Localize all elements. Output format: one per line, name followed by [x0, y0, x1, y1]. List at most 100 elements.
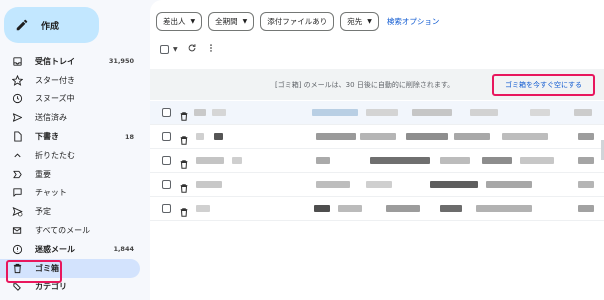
sidebar-item-all-mail[interactable]: すべてのメール — [0, 221, 140, 240]
sidebar-item-label: カテゴリ — [35, 282, 67, 292]
more-options-icon[interactable] — [206, 43, 216, 56]
redacted-subject — [370, 157, 430, 164]
filter-any-time-label: 全期間 — [215, 17, 238, 26]
filter-from-label: 差出人 — [163, 17, 186, 26]
table-row[interactable] — [150, 125, 604, 149]
row-checkbox[interactable] — [162, 180, 171, 189]
trash-icon — [179, 131, 189, 150]
sidebar-item-trash[interactable]: ゴミ箱 — [0, 258, 140, 278]
send-icon — [11, 112, 23, 124]
trash-icon — [11, 262, 23, 274]
sidebar-item-inbox[interactable]: 受信トレイ 31,950 — [0, 52, 140, 71]
sidebar-item-label: スター付き — [35, 75, 75, 85]
compose-button[interactable]: 作成 — [4, 7, 99, 43]
sidebar-item-sent[interactable]: 送信済み — [0, 108, 140, 127]
redacted-sender — [212, 109, 226, 116]
filter-has-attachment-chip[interactable]: 添付ファイルあり — [260, 12, 335, 31]
sidebar-item-label: スヌーズ中 — [35, 94, 75, 104]
trash-icon — [179, 107, 189, 126]
important-icon — [11, 168, 23, 180]
redacted-sender — [232, 157, 242, 164]
sidebar-item-label: ゴミ箱 — [35, 263, 59, 273]
table-row[interactable] — [150, 149, 604, 173]
clock-icon — [11, 93, 23, 105]
redacted-snippet — [520, 157, 554, 164]
trash-icon — [179, 155, 189, 174]
empty-trash-now-button[interactable]: ゴミ箱を今すぐ空にする — [492, 74, 595, 96]
redacted-sender — [196, 133, 204, 140]
redacted-subject — [366, 181, 392, 188]
table-row[interactable] — [150, 173, 604, 197]
filter-any-time-chip[interactable]: 全期間 ▼ — [208, 12, 255, 31]
row-checkbox[interactable] — [162, 156, 171, 165]
table-row[interactable] — [150, 101, 604, 125]
redacted-date — [578, 133, 594, 140]
sidebar-item-label: 折りたたむ — [35, 150, 75, 160]
refresh-icon[interactable] — [187, 43, 197, 56]
redacted-sender — [196, 205, 210, 212]
filter-has-attachment-label: 添付ファイルあり — [267, 17, 328, 26]
redacted-subject — [366, 109, 398, 116]
filter-to-label: 宛先 — [347, 17, 363, 26]
redacted-subject — [316, 133, 356, 140]
advanced-search-link[interactable]: 検索オプション — [387, 16, 440, 27]
sidebar-item-important[interactable]: 重要 — [0, 165, 140, 184]
filter-to-chip[interactable]: 宛先 ▼ — [340, 12, 379, 31]
draft-count: 18 — [124, 132, 134, 141]
sidebar-item-starred[interactable]: スター付き — [0, 71, 140, 90]
pencil-icon — [14, 17, 30, 33]
redacted-snippet — [502, 133, 548, 140]
redacted-subject — [316, 181, 350, 188]
redacted-date — [574, 109, 592, 116]
table-row[interactable] — [150, 197, 604, 221]
sidebar-item-label: 重要 — [35, 169, 51, 179]
sidebar-item-label: 受信トレイ — [35, 56, 75, 66]
star-icon — [11, 74, 23, 86]
redacted-subject — [386, 205, 420, 212]
all-mail-icon — [11, 225, 23, 237]
list-toolbar: ▼ — [160, 43, 216, 56]
scheduled-icon — [11, 206, 23, 218]
redacted-subject — [312, 109, 358, 116]
row-checkbox[interactable] — [162, 108, 171, 117]
redacted-sender — [196, 157, 224, 164]
redacted-date — [578, 181, 594, 188]
select-all-checkbox[interactable] — [160, 45, 169, 54]
filter-from-chip[interactable]: 差出人 ▼ — [156, 12, 203, 31]
row-checkbox[interactable] — [162, 204, 171, 213]
compose-label: 作成 — [41, 21, 60, 32]
draft-icon — [11, 131, 23, 143]
spam-count: 1,844 — [113, 245, 134, 254]
chevron-up-icon — [11, 149, 23, 161]
select-menu-caret-icon[interactable]: ▼ — [173, 46, 178, 53]
sidebar-item-spam[interactable]: 迷惑メール 1,844 — [0, 240, 140, 259]
sidebar-item-label: 送信済み — [35, 113, 67, 123]
redacted-sender — [214, 133, 223, 140]
sidebar-item-label: 下書き — [35, 132, 59, 142]
redacted-subject — [338, 205, 362, 212]
redacted-subject — [360, 133, 396, 140]
sidebar-item-collapse[interactable]: 折りたたむ — [0, 146, 140, 165]
sidebar-item-drafts[interactable]: 下書き 18 — [0, 127, 140, 146]
caret-down-icon: ▼ — [242, 18, 248, 25]
redacted-subject — [470, 109, 498, 116]
sidebar-item-categories[interactable]: カテゴリ — [0, 278, 140, 297]
sidebar: 作成 受信トレイ 31,950 スター付き スヌーズ中 送信済み 下書き 18 … — [0, 0, 148, 300]
redacted-subject — [412, 109, 452, 116]
category-icon — [11, 281, 23, 293]
redacted-subject — [430, 181, 478, 188]
message-list — [150, 101, 604, 221]
sidebar-item-snoozed[interactable]: スヌーズ中 — [0, 90, 140, 109]
row-checkbox[interactable] — [162, 132, 171, 141]
redacted-subject — [440, 157, 470, 164]
redacted-snippet — [476, 205, 532, 212]
sidebar-item-scheduled[interactable]: 予定 — [0, 202, 140, 221]
redacted-sender — [194, 109, 206, 116]
redacted-snippet — [530, 109, 550, 116]
sidebar-item-label: 予定 — [35, 207, 51, 217]
trash-auto-delete-message: [ゴミ箱] のメールは、30 日後に自動的に削除されます。 — [275, 80, 455, 89]
trash-icon — [179, 179, 189, 198]
redacted-date — [578, 205, 594, 212]
sidebar-item-chat[interactable]: チャット — [0, 184, 140, 203]
main-panel: 差出人 ▼ 全期間 ▼ 添付ファイルあり 宛先 ▼ 検索オプション ▼ [ゴミ箱] の… — [150, 0, 604, 300]
